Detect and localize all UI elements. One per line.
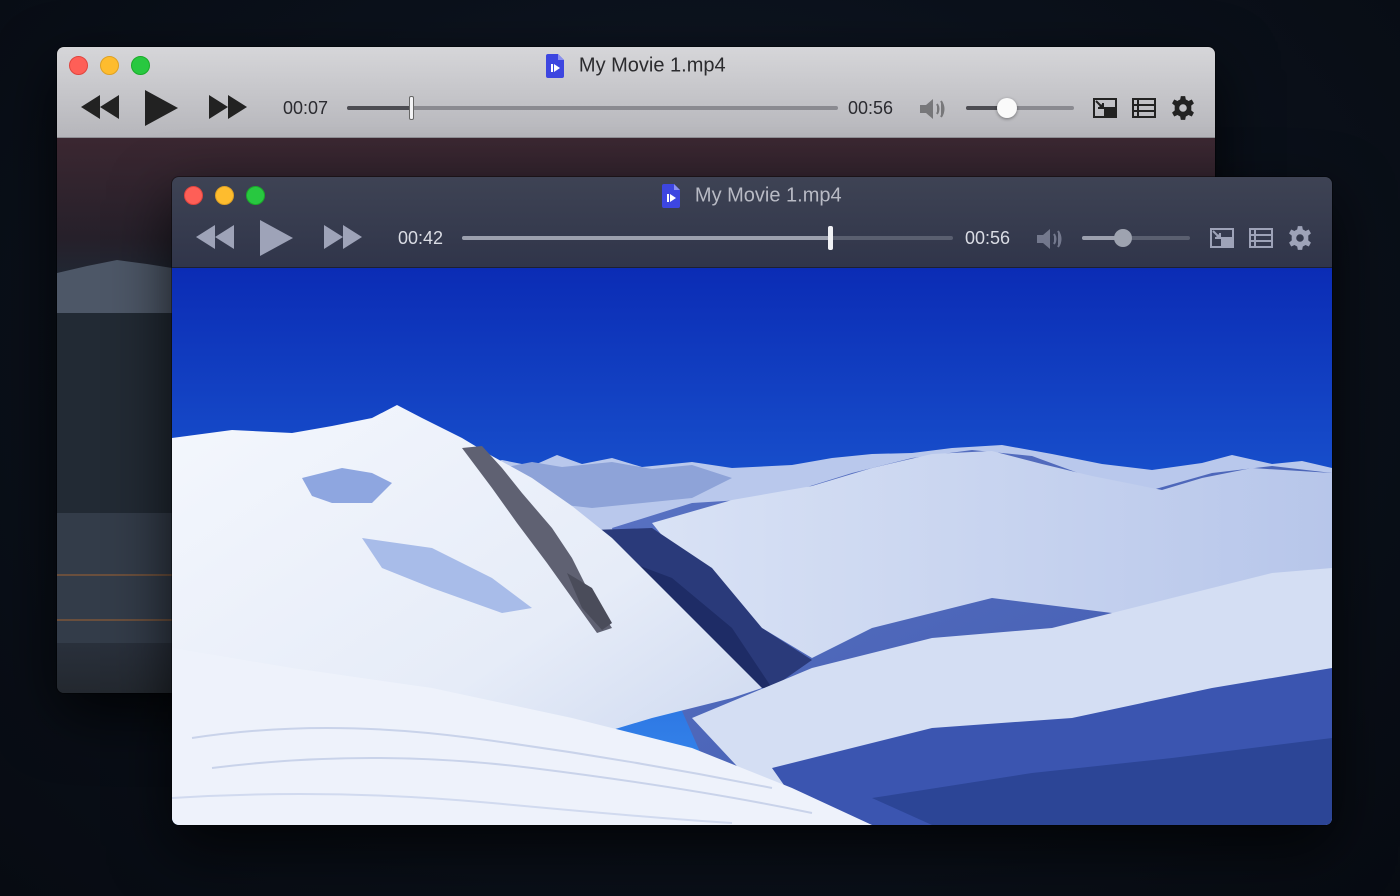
gear-icon	[1172, 96, 1194, 120]
window-title: My Movie 1.mp4	[57, 52, 1215, 79]
video-frame[interactable]	[172, 268, 1332, 825]
seek-bar-progress	[462, 236, 830, 240]
seek-handle[interactable]	[408, 96, 414, 120]
fast-forward-button[interactable]	[205, 93, 251, 121]
picture-in-picture-icon	[1093, 98, 1117, 118]
playlist-button[interactable]	[1247, 225, 1275, 251]
picture-in-picture-button[interactable]	[1091, 95, 1119, 121]
player-toolbar: My Movie 1.mp4 00:42 00:56	[172, 177, 1332, 268]
fast-forward-icon	[324, 225, 362, 249]
gear-icon	[1289, 226, 1311, 250]
playlist-icon	[1249, 228, 1273, 248]
settings-button[interactable]	[1169, 94, 1197, 122]
play-button[interactable]	[256, 219, 296, 257]
volume-slider[interactable]	[1082, 229, 1190, 247]
rewind-icon	[81, 95, 119, 119]
player-window-front[interactable]: My Movie 1.mp4 00:42 00:56	[172, 177, 1332, 825]
volume-handle[interactable]	[1114, 229, 1132, 247]
play-icon	[260, 220, 293, 256]
current-time: 00:42	[398, 228, 444, 248]
rewind-button[interactable]	[77, 93, 123, 121]
play-icon	[145, 90, 178, 126]
volume-slider[interactable]	[966, 98, 1074, 118]
seek-bar-progress	[347, 106, 411, 110]
play-button[interactable]	[141, 89, 181, 127]
volume-icon	[1037, 229, 1062, 249]
seek-bar[interactable]	[462, 226, 953, 250]
player-toolbar: My Movie 1.mp4 00:07 00:56	[57, 47, 1215, 138]
volume-icon	[920, 99, 945, 119]
seek-bar[interactable]	[347, 96, 838, 120]
picture-in-picture-icon	[1210, 228, 1234, 248]
duration: 00:56	[965, 228, 1011, 248]
window-title: My Movie 1.mp4	[172, 182, 1332, 209]
video-image	[172, 268, 1332, 825]
window-title-text: My Movie 1.mp4	[694, 184, 842, 207]
seek-handle[interactable]	[827, 226, 833, 250]
volume-button[interactable]	[1034, 225, 1068, 253]
picture-in-picture-button[interactable]	[1208, 225, 1236, 251]
current-time: 00:07	[283, 98, 329, 118]
rewind-icon	[196, 225, 234, 249]
volume-button[interactable]	[917, 95, 951, 123]
playlist-button[interactable]	[1130, 95, 1158, 121]
fast-forward-button[interactable]	[320, 223, 366, 251]
video-file-icon	[546, 53, 565, 78]
duration: 00:56	[848, 98, 894, 118]
window-title-text: My Movie 1.mp4	[578, 54, 726, 77]
fast-forward-icon	[209, 95, 247, 119]
video-file-icon	[662, 183, 681, 208]
playlist-icon	[1132, 98, 1156, 118]
volume-handle[interactable]	[997, 98, 1017, 118]
settings-button[interactable]	[1286, 224, 1314, 252]
rewind-button[interactable]	[192, 223, 238, 251]
